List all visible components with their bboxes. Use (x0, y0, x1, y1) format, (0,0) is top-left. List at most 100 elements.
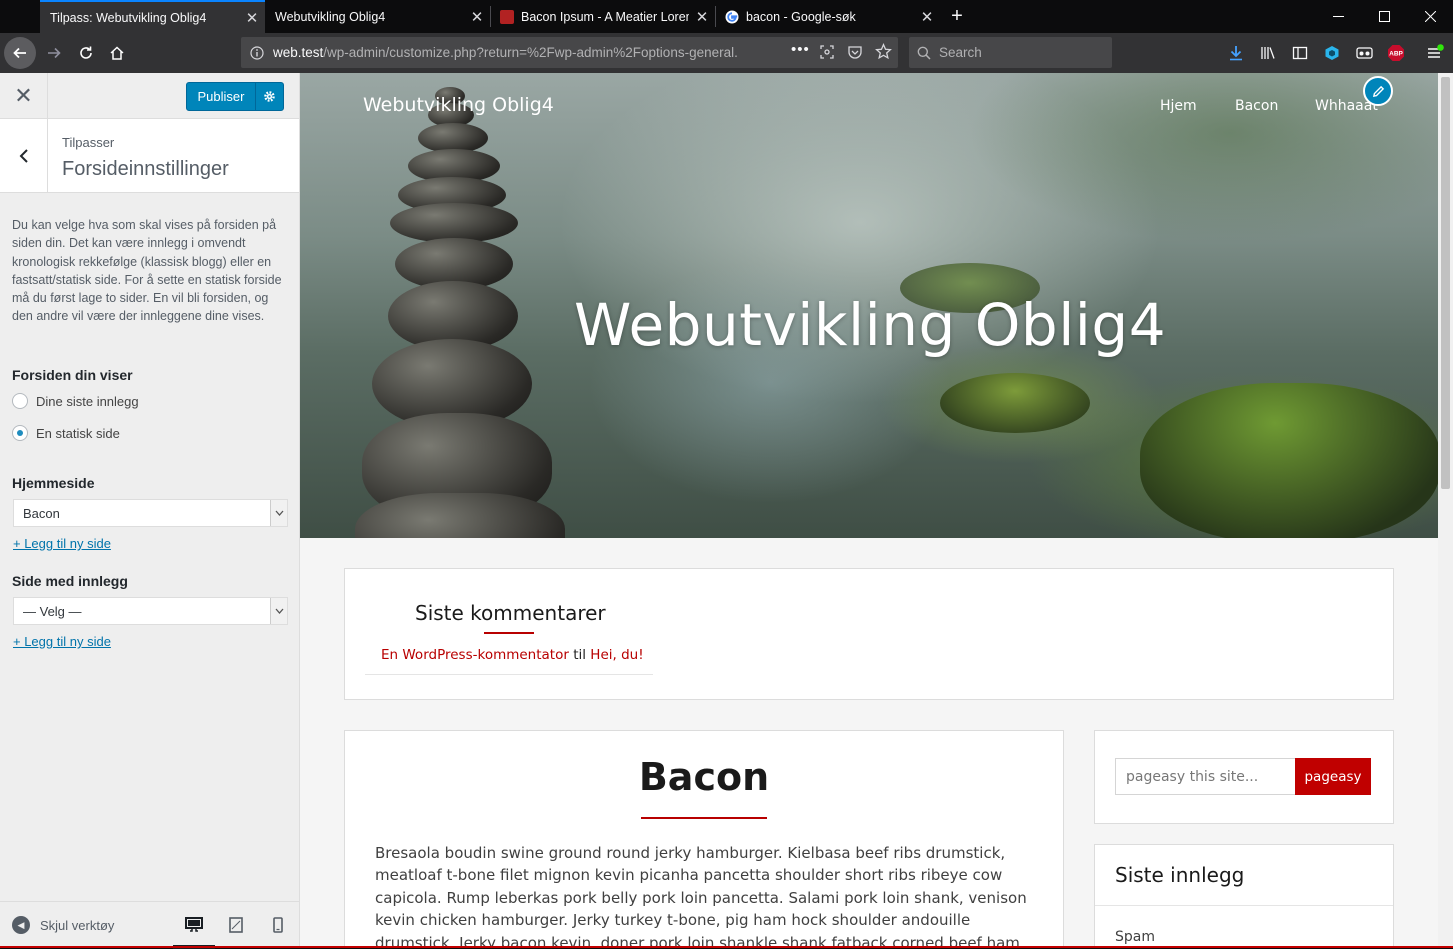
reader-extension-icon[interactable] (1354, 43, 1374, 63)
homepage-select-value: Bacon (23, 505, 60, 521)
front-page-displays-label: Forsiden din viser (12, 367, 133, 383)
radio-latest-posts[interactable]: Dine siste innlegg (12, 393, 139, 409)
search-bar[interactable]: Search (909, 37, 1112, 68)
comment-author-link[interactable]: En WordPress-kommentator (381, 647, 569, 663)
tab-customizer[interactable]: Tilpass: Webutvikling Oblig4 ✕ (40, 0, 265, 33)
site-search-input[interactable]: pageasy this site... (1115, 758, 1296, 795)
url-bar[interactable]: web.test/wp-admin/customize.php?return=%… (241, 37, 898, 68)
window-close-button[interactable] (1407, 0, 1453, 33)
tab-label: Bacon Ipsum - A Meatier Lorem (521, 9, 689, 24)
info-icon[interactable] (241, 45, 273, 60)
hero-header: Webutvikling Oblig4 Hjem Bacon Whhaaat W… (300, 73, 1438, 538)
close-customizer-button[interactable]: ✕ (0, 73, 48, 119)
hide-controls-button[interactable]: ◀ Skjul verktøy (12, 916, 114, 934)
reload-button[interactable] (70, 37, 102, 69)
customizer-panel: ✕ Publiser Tilpasser Forsideinnstillinge… (0, 73, 300, 949)
downloads-icon[interactable] (1226, 43, 1246, 63)
publish-button[interactable]: Publiser (187, 83, 255, 110)
site-search-button[interactable]: pageasy (1295, 758, 1371, 795)
recent-post-link[interactable]: Spam (1115, 929, 1155, 945)
url-text: web.test/wp-admin/customize.php?return=%… (273, 45, 778, 60)
close-tab-icon[interactable]: ✕ (239, 9, 265, 27)
menu-item-hjem[interactable]: Hjem (1160, 98, 1197, 114)
tab-label: Tilpass: Webutvikling Oblig4 (50, 10, 207, 25)
scrollbar-thumb[interactable] (1441, 77, 1450, 489)
back-button[interactable] (4, 37, 36, 69)
post-title-underline (641, 817, 767, 819)
close-tab-icon[interactable]: ✕ (914, 8, 940, 26)
section-title: Forsideinnstillinger (62, 158, 229, 180)
comment-entry: En WordPress-kommentator til Hei, du! (381, 647, 644, 663)
posts-page-select[interactable]: — Velg — (13, 597, 288, 625)
hero-title: Webutvikling Oblig4 (574, 291, 1167, 359)
mobile-preview-icon[interactable] (268, 915, 288, 935)
recent-posts-title: Siste innlegg (1115, 863, 1245, 887)
homepage-select[interactable]: Bacon (13, 499, 288, 527)
site-title[interactable]: Webutvikling Oblig4 (363, 94, 554, 116)
bookmark-star-icon[interactable] (875, 42, 892, 63)
add-new-page-link[interactable]: + Legg til ny side (13, 536, 111, 551)
radio-label: En statisk side (36, 425, 120, 441)
hide-controls-label: Skjul verktøy (40, 917, 115, 933)
sidebar-icon[interactable] (1290, 43, 1310, 63)
radio-button-checked[interactable] (12, 425, 28, 441)
publish-settings-gear-icon[interactable] (255, 83, 283, 110)
post-title[interactable]: Bacon (345, 755, 1063, 799)
radio-static-page[interactable]: En statisk side (12, 425, 120, 441)
collapse-arrow-icon: ◀ (12, 916, 30, 934)
pocket-icon[interactable] (847, 44, 863, 63)
divider (1095, 905, 1393, 906)
back-to-panels-button[interactable] (0, 119, 48, 193)
screenshot-icon[interactable] (819, 44, 835, 63)
recent-comments-widget: Siste kommentarer En WordPress-kommentat… (344, 568, 1394, 700)
navigation-toolbar: web.test/wp-admin/customize.php?return=%… (0, 33, 1453, 73)
bacon-ipsum-favicon-icon (500, 9, 514, 24)
menu-hamburger-icon[interactable] (1425, 43, 1445, 63)
menu-item-bacon[interactable]: Bacon (1235, 98, 1278, 114)
add-new-page-link-2[interactable]: + Legg til ny side (13, 634, 111, 649)
new-tab-button[interactable]: + (942, 0, 972, 33)
url-path: /wp-admin/customize.php?return=%2Fwp-adm… (323, 45, 738, 60)
mossy-rock (940, 373, 1090, 433)
chevron-down-icon (270, 500, 287, 526)
close-tab-icon[interactable]: ✕ (689, 8, 715, 26)
extension-cube-icon[interactable] (1322, 43, 1342, 63)
site-preview: Webutvikling Oblig4 Hjem Bacon Whhaaat W… (300, 73, 1438, 948)
section-header: Tilpasser Forsideinnstillinger (0, 119, 299, 193)
customizer-header: ✕ Publiser (0, 73, 299, 119)
radio-label: Dine siste innlegg (36, 393, 139, 409)
tab-site[interactable]: Webutvikling Oblig4 ✕ (265, 0, 490, 33)
preview-scrollbar[interactable] (1438, 73, 1453, 948)
divider (365, 674, 653, 675)
homepage-label: Hjemmeside (12, 475, 95, 491)
search-icon (909, 46, 939, 60)
tab-label: Webutvikling Oblig4 (275, 9, 386, 24)
forward-arrow-icon (48, 47, 61, 59)
radio-button[interactable] (12, 393, 28, 409)
comment-post-link[interactable]: Hei, du! (590, 647, 643, 663)
home-button[interactable] (101, 37, 133, 69)
back-arrow-icon (13, 47, 26, 59)
post-content: Bresaola boudin swine ground round jerky… (375, 844, 1027, 948)
minimize-button[interactable] (1315, 0, 1361, 33)
edit-shortcut-pencil-icon[interactable] (1363, 76, 1393, 106)
chevron-down-icon (270, 598, 287, 624)
post-card: Bacon Bresaola boudin swine ground round… (344, 730, 1064, 948)
maximize-button[interactable] (1361, 0, 1407, 33)
page-actions-icon[interactable]: ••• (791, 41, 810, 58)
section-description: Du kan velge hva som skal vises på forsi… (12, 218, 282, 324)
tablet-preview-icon[interactable] (226, 915, 246, 935)
breadcrumb: Tilpasser (62, 135, 115, 150)
library-icon[interactable] (1258, 43, 1278, 63)
desktop-preview-icon[interactable] (184, 915, 204, 935)
stone (390, 203, 518, 243)
tab-bar: Tilpass: Webutvikling Oblig4 ✕ Webutvikl… (0, 0, 1453, 33)
adblock-plus-icon[interactable]: ABP (1386, 43, 1406, 63)
svg-text:ABP: ABP (1389, 51, 1403, 58)
tab-google[interactable]: bacon - Google-søk ✕ (715, 0, 940, 33)
forward-button[interactable] (38, 37, 70, 69)
close-tab-icon[interactable]: ✕ (464, 8, 490, 26)
tab-bacon-ipsum[interactable]: Bacon Ipsum - A Meatier Lorem ✕ (490, 0, 715, 33)
google-favicon-icon (725, 10, 739, 24)
recent-comments-title: Siste kommentarer (415, 601, 606, 625)
